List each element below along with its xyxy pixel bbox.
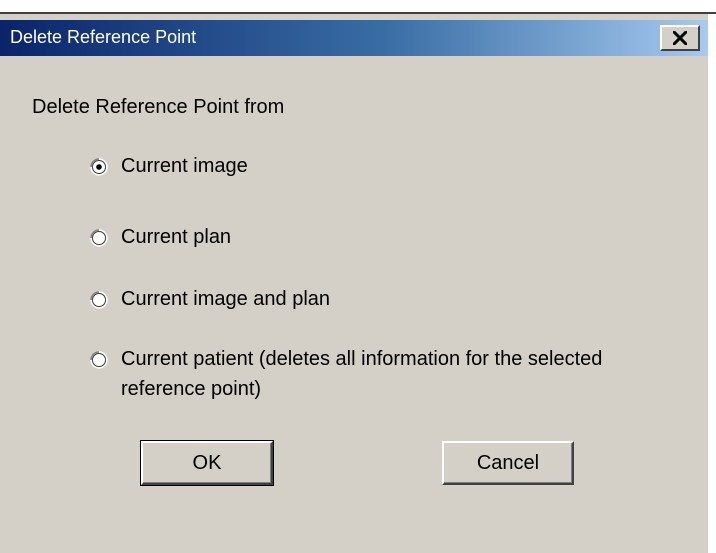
option-current-image[interactable]: Current image (90, 154, 248, 181)
radio-unselected-icon[interactable] (90, 351, 108, 369)
dialog-right-border (708, 14, 716, 553)
cancel-button[interactable]: Cancel (442, 441, 574, 485)
radio-unselected-icon[interactable] (90, 291, 108, 309)
radio-unselected-icon[interactable] (90, 229, 108, 247)
ok-button[interactable]: OK (140, 440, 274, 486)
option-label: Current image (121, 155, 248, 177)
option-label: Current patient (deletes all information… (121, 348, 603, 400)
close-button[interactable] (660, 25, 700, 51)
option-current-patient[interactable]: Current patient (deletes all information… (90, 347, 661, 404)
radio-selected-icon[interactable] (90, 158, 108, 176)
option-current-plan[interactable]: Current plan (90, 225, 231, 252)
option-label: Current image and plan (121, 288, 331, 310)
dialog-title: Delete Reference Point (10, 27, 197, 47)
dialog-titlebar[interactable]: Delete Reference Point (0, 20, 708, 56)
delete-from-label: Delete Reference Point from (32, 96, 285, 118)
option-current-image-and-plan[interactable]: Current image and plan (90, 287, 330, 314)
close-icon (673, 31, 687, 45)
delete-reference-point-dialog: Delete Reference Point Delete Reference … (0, 14, 716, 553)
option-label: Current plan (121, 226, 232, 248)
